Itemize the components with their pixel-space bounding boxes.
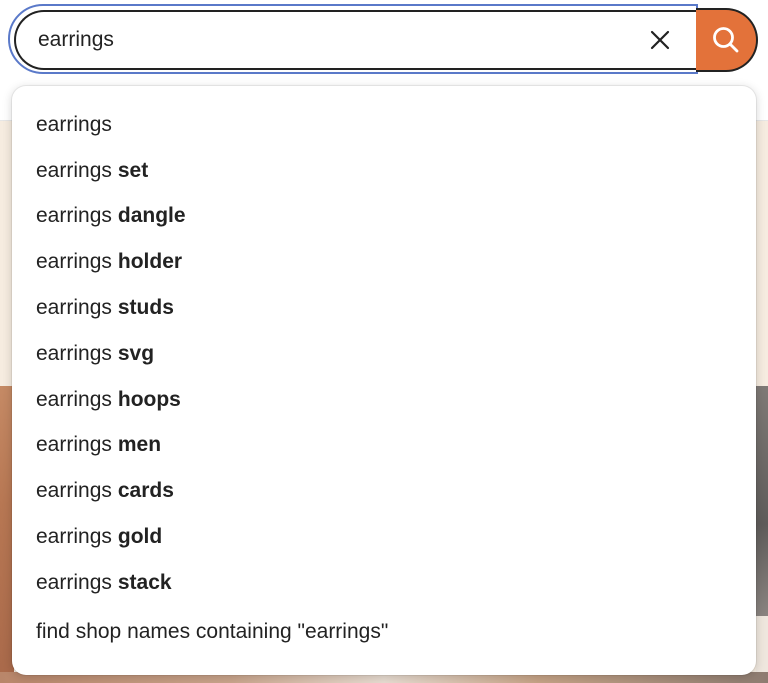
suggestion-query-text: earrings (36, 433, 112, 457)
search-bar (8, 4, 760, 76)
suggestion-completion-text: stack (117, 570, 172, 594)
suggestion-query-text: earrings (36, 112, 112, 136)
close-icon (650, 30, 670, 50)
suggestion-query-text: earrings (36, 158, 112, 182)
suggestion-item[interactable]: earrings stack (12, 560, 756, 606)
suggestion-item[interactable]: earrings gold (12, 514, 756, 560)
suggestion-completion-text: set (117, 158, 149, 182)
suggestion-query-text: earrings (36, 525, 112, 549)
suggestion-completion-text: dangle (117, 204, 186, 228)
suggestion-query-text: earrings (36, 250, 112, 274)
suggestion-completion-text: gold (117, 525, 163, 549)
suggestion-item[interactable]: earrings men (12, 423, 756, 469)
suggestion-item[interactable]: earrings (12, 102, 756, 148)
suggestion-item[interactable]: earrings hoops (12, 377, 756, 423)
search-icon (713, 27, 739, 53)
suggestion-list: earrings earrings set earrings dangle ea… (12, 86, 756, 606)
suggestion-item[interactable]: earrings studs (12, 285, 756, 331)
suggestion-query-text: earrings (36, 341, 112, 365)
clear-search-button[interactable] (642, 22, 678, 58)
suggestion-query-text: earrings (36, 479, 112, 503)
search-input-container (14, 10, 698, 70)
suggestion-completion-text: svg (117, 341, 155, 365)
suggestion-completion-text: cards (117, 479, 174, 503)
suggestion-item[interactable]: earrings holder (12, 239, 756, 285)
suggestion-query-text: earrings (36, 204, 112, 228)
suggestion-item[interactable]: earrings set (12, 148, 756, 194)
suggestion-item[interactable]: earrings dangle (12, 194, 756, 240)
suggestion-completion-text: holder (117, 250, 183, 274)
suggestion-completion-text: hoops (117, 387, 181, 411)
suggestion-query-text: earrings (36, 387, 112, 411)
suggestion-completion-text: studs (117, 296, 174, 320)
suggestion-completion-text: men (117, 433, 162, 457)
shop-name-search-link[interactable]: find shop names containing "earrings" (36, 620, 388, 644)
search-submit-button[interactable] (696, 8, 758, 72)
search-suggestions-dropdown: earrings earrings set earrings dangle ea… (12, 86, 756, 675)
background-listing-image-right (756, 386, 768, 616)
suggestion-item[interactable]: earrings cards (12, 468, 756, 514)
suggestion-query-text: earrings (36, 570, 112, 594)
suggestion-query-text: earrings (36, 296, 112, 320)
search-input[interactable] (16, 20, 598, 60)
suggestion-item[interactable]: earrings svg (12, 331, 756, 377)
